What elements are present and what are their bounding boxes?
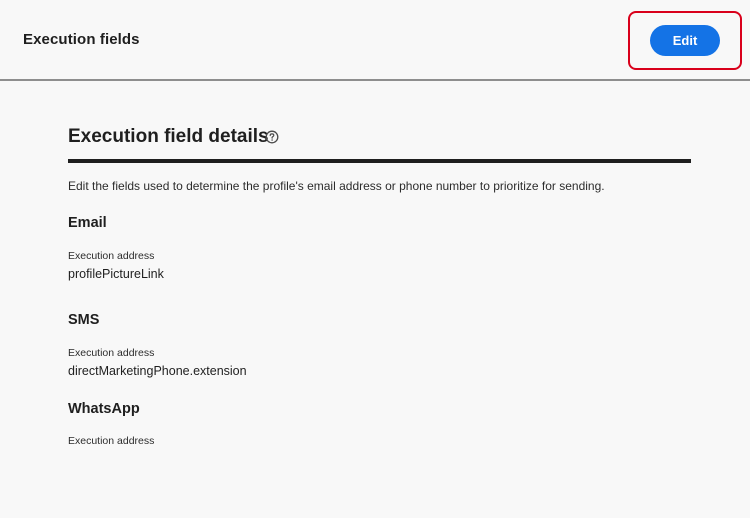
- whatsapp-execution-address-label: Execution address: [68, 435, 155, 447]
- help-circle-icon[interactable]: [265, 130, 279, 144]
- edit-button[interactable]: Edit: [650, 25, 720, 56]
- email-execution-address-value: profilePictureLink: [68, 267, 164, 281]
- sms-execution-address-value: directMarketingPhone.extension: [68, 364, 247, 378]
- section-heading: Execution field details: [68, 126, 269, 147]
- sms-execution-address-label: Execution address: [68, 347, 155, 359]
- page-title: Execution fields: [23, 31, 140, 48]
- description-text: Edit the fields used to determine the pr…: [68, 179, 605, 193]
- heading-divider: [68, 159, 691, 163]
- sms-section-title: SMS: [68, 312, 100, 328]
- email-section-title: Email: [68, 215, 107, 231]
- whatsapp-section-title: WhatsApp: [68, 401, 140, 417]
- email-execution-address-label: Execution address: [68, 250, 155, 262]
